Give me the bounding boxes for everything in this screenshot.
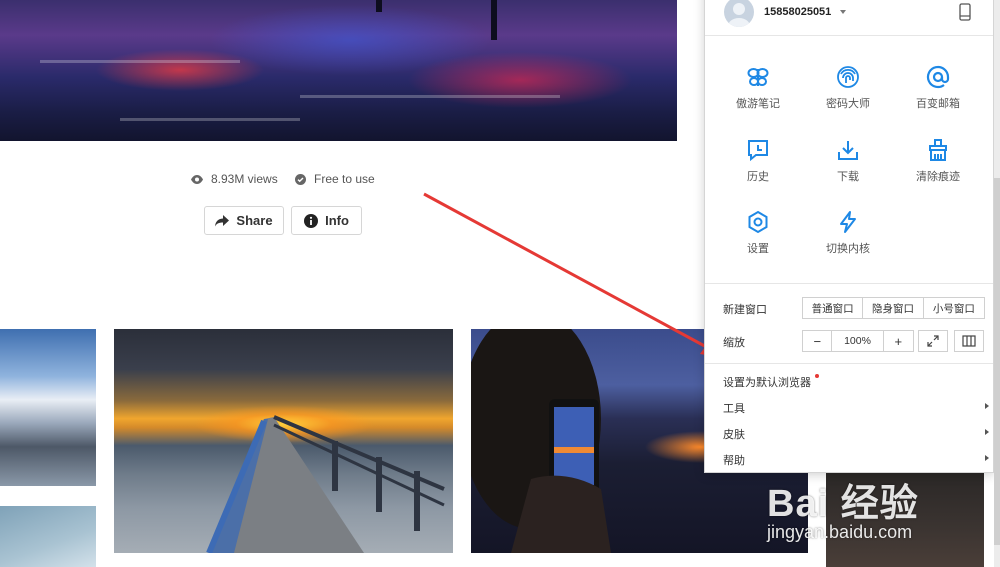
grid-item-settings[interactable]: 设置 bbox=[713, 210, 803, 256]
settings-gear-icon bbox=[748, 210, 768, 234]
license-info: Free to use bbox=[295, 172, 375, 186]
grid-label: 密码大师 bbox=[826, 98, 870, 110]
new-window-label: 新建窗口 bbox=[723, 304, 767, 316]
fingerprint-icon bbox=[837, 66, 859, 88]
chevron-right-icon bbox=[985, 429, 989, 435]
thumbnail-pier-sunset[interactable] bbox=[114, 329, 453, 553]
tools-menu-item[interactable]: 工具 bbox=[723, 400, 989, 416]
grid-item-download[interactable]: 下载 bbox=[803, 138, 893, 184]
thumbnail-sky[interactable] bbox=[0, 506, 96, 567]
grid-label: 傲游笔记 bbox=[736, 98, 780, 110]
views-count: 8.93M views bbox=[191, 172, 278, 186]
normal-window-button[interactable]: 普通窗口 bbox=[803, 298, 864, 318]
pier-drawing bbox=[206, 415, 445, 553]
zoom-out-button[interactable]: − bbox=[803, 331, 833, 351]
thumbnail-clouds[interactable] bbox=[0, 329, 96, 486]
history-icon bbox=[748, 140, 768, 162]
at-mail-icon bbox=[926, 65, 950, 89]
chevron-down-icon[interactable] bbox=[840, 10, 846, 14]
browser-main-menu: 15858025051 傲游笔记 密码大师 百变邮箱 历史 下载 清除痕迹 设置… bbox=[704, 0, 994, 473]
menu-divider bbox=[705, 283, 993, 284]
list-item-label: 工具 bbox=[723, 403, 745, 415]
set-default-browser-item[interactable]: 设置为默认浏览器 bbox=[723, 374, 989, 390]
chevron-right-icon bbox=[985, 403, 989, 409]
share-button[interactable]: Share bbox=[204, 206, 284, 235]
mobile-phone-icon[interactable] bbox=[959, 3, 971, 21]
watermark-url: jingyan.baidu.com bbox=[767, 522, 913, 542]
zoom-value: 100% bbox=[832, 331, 884, 351]
views-text: 8.93M views bbox=[211, 172, 278, 186]
zoom-in-button[interactable]: + bbox=[884, 331, 913, 351]
scrollbar-thumb[interactable] bbox=[994, 178, 1000, 545]
menu-header: 15858025051 bbox=[705, 0, 993, 36]
list-item-label: 帮助 bbox=[723, 455, 745, 467]
new-window-options: 普通窗口 隐身窗口 小号窗口 bbox=[802, 297, 985, 319]
broom-icon bbox=[929, 139, 947, 161]
list-item-label: 设置为默认浏览器 bbox=[723, 377, 811, 389]
columns-icon bbox=[962, 335, 976, 347]
list-item-label: 皮肤 bbox=[723, 429, 745, 441]
red-arrow-annotation bbox=[423, 192, 724, 358]
butterfly-note-icon bbox=[747, 68, 769, 86]
red-dot-badge bbox=[815, 374, 820, 378]
chevron-right-icon bbox=[985, 455, 989, 461]
incognito-window-button[interactable]: 隐身窗口 bbox=[863, 298, 924, 318]
download-icon bbox=[838, 141, 858, 160]
expand-icon bbox=[927, 335, 939, 347]
share-arrow-icon bbox=[215, 214, 230, 226]
share-label: Share bbox=[236, 213, 273, 228]
username[interactable]: 15858025051 bbox=[764, 6, 831, 18]
baidu-jingyan-watermark: Bai 经验 jingyan.baidu.com bbox=[755, 462, 995, 552]
grid-label: 百变邮箱 bbox=[916, 98, 960, 110]
zoom-control: − 100% + bbox=[802, 330, 914, 352]
grid-label: 切换内核 bbox=[826, 243, 870, 255]
grid-item-notes[interactable]: 傲游笔记 bbox=[713, 65, 803, 111]
avatar[interactable] bbox=[724, 0, 754, 27]
grid-label: 设置 bbox=[747, 243, 769, 255]
info-label: Info bbox=[325, 213, 349, 228]
watermark-brand: Bai 经验 bbox=[767, 483, 919, 525]
skins-menu-item[interactable]: 皮肤 bbox=[723, 426, 989, 442]
grid-item-password[interactable]: 密码大师 bbox=[803, 65, 893, 111]
grid-item-clear[interactable]: 清除痕迹 bbox=[893, 138, 983, 184]
fullscreen-button[interactable] bbox=[918, 330, 948, 352]
info-button[interactable]: Info bbox=[291, 206, 362, 235]
grid-item-mail[interactable]: 百变邮箱 bbox=[893, 65, 983, 111]
license-text: Free to use bbox=[314, 172, 375, 186]
grid-item-history[interactable]: 历史 bbox=[713, 138, 803, 184]
help-menu-item[interactable]: 帮助 bbox=[723, 452, 989, 468]
check-circle-icon bbox=[295, 173, 306, 185]
zoom-label: 缩放 bbox=[723, 337, 745, 349]
menu-divider bbox=[705, 363, 993, 364]
info-icon bbox=[304, 213, 319, 228]
user-silhouette-icon bbox=[728, 3, 750, 27]
grid-label: 历史 bbox=[747, 171, 769, 183]
split-view-button[interactable] bbox=[954, 330, 984, 352]
grid-item-switch-core[interactable]: 切换内核 bbox=[803, 210, 893, 256]
secondary-account-window-button[interactable]: 小号窗口 bbox=[924, 298, 984, 318]
grid-label: 下载 bbox=[837, 171, 859, 183]
hero-photo bbox=[0, 0, 677, 141]
grid-label: 清除痕迹 bbox=[916, 171, 960, 183]
lightning-icon bbox=[840, 211, 856, 233]
eye-icon bbox=[191, 174, 203, 184]
